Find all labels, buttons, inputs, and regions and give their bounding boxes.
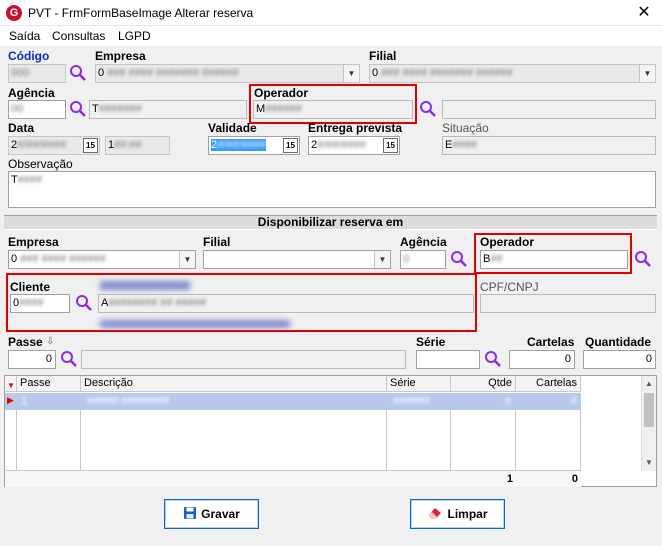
agencia-name-field: T####### (89, 100, 247, 119)
row-passe: 1 (21, 395, 28, 407)
cliente-name-field: A######## ## ##### (98, 294, 474, 313)
reserva-grid: ▼ Passe Descrição Série Qtde Cartelas ▶ … (4, 375, 657, 487)
search-codigo-icon[interactable] (69, 64, 87, 82)
validade-label: Validade (208, 121, 257, 135)
cartelas-label: Cartelas (527, 335, 575, 349)
sort-down-icon: ⇩ (46, 336, 55, 347)
calendar-icon[interactable]: 15 (383, 138, 398, 153)
save-icon (184, 507, 197, 519)
row-descricao: ##### ######## (87, 395, 170, 407)
limpar-label: Limpar (447, 507, 488, 521)
cartelas-field[interactable]: 0 (509, 350, 575, 369)
operador-label: Operador (254, 86, 309, 100)
row-qtde: # (505, 395, 512, 407)
col-qtde[interactable]: Qtde (451, 376, 516, 392)
scroll-down-icon[interactable]: ▼ (645, 458, 653, 467)
quantidade-label: Quantidade (585, 335, 652, 349)
row-pointer-icon: ▶ (7, 395, 14, 405)
col-passe[interactable]: Passe (17, 376, 81, 392)
search-dest-operador-icon[interactable] (634, 250, 652, 268)
row-serie: ###### (393, 395, 430, 407)
col-cartelas[interactable]: Cartelas (516, 376, 581, 392)
scroll-up-icon[interactable]: ▲ (645, 379, 653, 388)
grid-indicator-col: ▼ (5, 376, 17, 392)
entrega-date-field[interactable]: 2#/##/#### 15 (308, 136, 400, 155)
gravar-button[interactable]: Gravar (164, 499, 259, 529)
chevron-down-icon[interactable]: ▼ (343, 65, 359, 82)
col-serie[interactable]: Série (387, 376, 451, 392)
serie-field[interactable] (416, 350, 480, 369)
section-title: Disponibilizar reserva em (4, 215, 657, 230)
scroll-thumb[interactable] (644, 393, 654, 427)
search-operador-icon[interactable] (419, 100, 437, 118)
cliente-name-link[interactable] (100, 281, 190, 290)
sort-indicator-icon: ▼ (7, 381, 15, 390)
operador-name-field (442, 100, 656, 119)
search-dest-agencia-icon[interactable] (450, 250, 468, 268)
dest-filial-select[interactable]: ▼ (203, 250, 391, 269)
col-descricao[interactable]: Descrição (81, 376, 387, 392)
cliente-code-field[interactable]: 0#### (10, 294, 70, 313)
limpar-button[interactable]: Limpar (410, 499, 505, 529)
codigo-label: Código (8, 49, 50, 63)
codigo-field[interactable]: 000 (8, 64, 66, 83)
data-date-field: 2#/##/#### 15 (8, 136, 100, 155)
menu-saida[interactable]: Saída (9, 29, 40, 43)
entrega-label: Entrega prevista (308, 121, 403, 135)
quantidade-field[interactable]: 0 (583, 350, 656, 369)
search-passe-icon[interactable] (60, 350, 78, 368)
situacao-field: E#### (442, 136, 656, 155)
cpf-field (480, 294, 656, 313)
passe-desc-field (81, 350, 406, 369)
search-serie-icon[interactable] (484, 350, 502, 368)
calendar-icon[interactable]: 15 (283, 138, 298, 153)
total-cartelas: 0 (571, 473, 578, 485)
search-agencia-icon[interactable] (69, 100, 87, 118)
dest-empresa-label: Empresa (8, 235, 59, 249)
dest-agencia-label: Agência (400, 235, 447, 249)
data-label: Data (8, 121, 35, 135)
table-row[interactable]: ▶ 1 ##### ######## ###### # # (5, 393, 581, 410)
dest-filial-label: Filial (203, 235, 231, 249)
grid-scrollbar[interactable]: ▲ ▼ (641, 376, 656, 471)
empresa-label: Empresa (95, 49, 146, 63)
eraser-icon (429, 508, 442, 519)
menu-consultas[interactable]: Consultas (52, 29, 105, 43)
empresa-select[interactable]: 0 ### #### ####### ###### ▼ (95, 64, 360, 83)
situacao-label: Situação (442, 121, 489, 135)
serie-label: Série (416, 335, 446, 349)
agencia-label: Agência (8, 86, 55, 100)
dest-operador-field[interactable]: B## (480, 250, 628, 269)
data-time-field: 1##:## (105, 136, 170, 155)
chevron-down-icon[interactable]: ▼ (639, 65, 655, 82)
cpf-label: CPF/CNPJ (480, 280, 539, 294)
filial-select[interactable]: 0 ### #### ####### ###### ▼ (369, 64, 656, 83)
chevron-down-icon[interactable]: ▼ (179, 251, 195, 268)
row-cartelas: # (571, 395, 578, 407)
dest-operador-label: Operador (480, 235, 535, 249)
gravar-label: Gravar (201, 507, 240, 521)
total-qtde: 1 (506, 473, 513, 485)
validade-date-field[interactable]: 2#/##/#### 15 (208, 136, 300, 155)
menu-lgpd[interactable]: LGPD (118, 29, 151, 43)
observacao-label: Observação (8, 157, 73, 171)
filial-label: Filial (369, 49, 397, 63)
cliente-address-link[interactable] (100, 320, 290, 328)
observacao-textarea[interactable]: T#### (8, 171, 656, 208)
app-logo-icon: G (6, 5, 22, 21)
window-title: PVT - FrmFormBaseImage Alterar reserva (28, 6, 254, 20)
calendar-icon: 15 (83, 138, 98, 153)
grid-totals-row: 1 0 (5, 470, 581, 487)
grid-header: ▼ Passe Descrição Série Qtde Cartelas (5, 376, 581, 392)
passe-field[interactable]: 0 (8, 350, 56, 369)
close-icon[interactable]: ✕ (632, 3, 656, 23)
cliente-label: Cliente (10, 280, 51, 294)
dest-empresa-select[interactable]: 0 ### #### ###### ▼ (8, 250, 196, 269)
passe-label: Passe (8, 335, 43, 349)
operador-field: M###### (253, 100, 413, 119)
chevron-down-icon[interactable]: ▼ (374, 251, 390, 268)
search-cliente-icon[interactable] (75, 294, 93, 312)
dest-agencia-field[interactable]: 0 (400, 250, 446, 269)
agencia-code-field[interactable]: 00 (8, 100, 66, 119)
